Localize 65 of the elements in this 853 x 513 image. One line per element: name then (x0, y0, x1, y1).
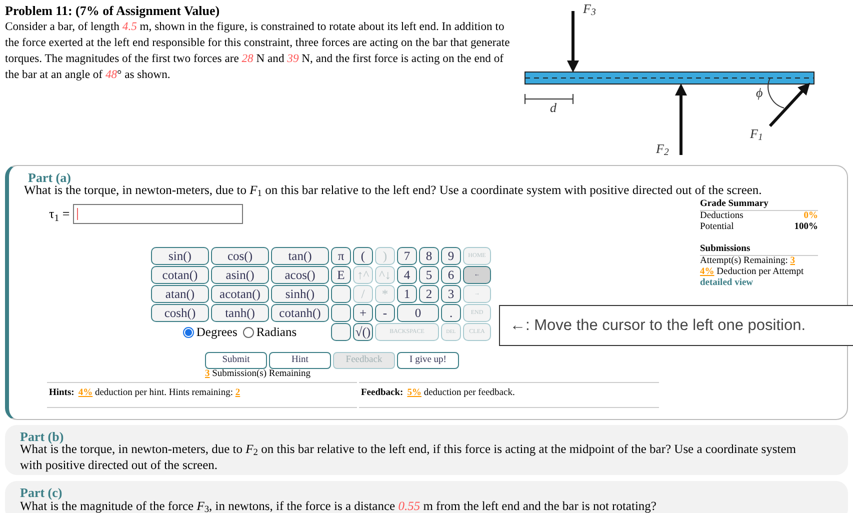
answer-label: τ$_{1}$ = (49, 205, 70, 224)
question-text: What is the magnitude of the force F$_{3}$, in newtons, if the force is a distance 0.55 m from the left end and the bar is not rotating? (20, 499, 656, 513)
keypad-key[interactable]: acos() (271, 266, 329, 284)
keypad-key[interactable]: 8 (419, 247, 439, 265)
section-heading: Grade Summary (700, 199, 818, 211)
figure-label: d (550, 101, 556, 114)
action-button[interactable]: I give up! (397, 352, 459, 369)
action-button[interactable]: Hint (269, 352, 331, 369)
angle-radio[interactable]: Degrees (183, 322, 238, 342)
summary-value: 0% (804, 211, 818, 222)
part-title: Part (a) (28, 169, 71, 185)
summary-label: Deductions (700, 211, 744, 222)
part-title: Part (c) (20, 484, 62, 501)
keypad-key[interactable]: - (375, 304, 395, 322)
keypad-key[interactable]: asin() (211, 266, 269, 284)
keypad-key[interactable]: cosh() (151, 304, 209, 322)
keypad-key[interactable]: π (331, 247, 351, 265)
summary-label: Potential (700, 222, 734, 233)
hints-info: Hints: 4% deduction per hint. Hints remaining: 2 (49, 387, 240, 400)
action-button[interactable]: Submit (205, 352, 267, 369)
keypad-key[interactable]: ( (353, 247, 373, 265)
keypad-key[interactable]: √() (353, 323, 373, 341)
answer-input[interactable] (72, 204, 243, 224)
keypad-key[interactable]: 7 (397, 247, 417, 265)
keypad-key[interactable]: cos() (211, 247, 269, 265)
keypad-key[interactable]: cotan() (151, 266, 209, 284)
keypad-key[interactable]: 6 (441, 266, 461, 284)
blank-key[interactable] (331, 323, 351, 341)
problem-text: Consider a bar, of length 4.5 m, shown in the figure, is constrained to rotate about its left end. In addition to the force exerted at the left end responsible for this constraint, three forces are acting on the bar that generate torques. The magnitudes of the first two forces are 28 N and 39 N, and the first force is acting on the end of the bar at an angle of 48° as shown. (5, 19, 511, 83)
problem-title: Problem 11: (7% of Assignment Value) (5, 3, 221, 19)
keypad-key[interactable]: 0 (397, 304, 439, 322)
part-title: Part (b) (20, 428, 64, 444)
keypad-key[interactable]: tan() (271, 247, 329, 265)
feedback-info: Feedback: 5% deduction per feedback. (361, 387, 515, 400)
blank-key[interactable] (331, 304, 351, 322)
keypad-key[interactable]: 3 (441, 285, 461, 303)
figure-label: F$_{2}$ (656, 142, 669, 155)
keypad-key[interactable]: . (441, 304, 461, 322)
keypad-key[interactable]: acotan() (211, 285, 269, 303)
keypad-key[interactable]: + (353, 304, 373, 322)
question-text: What is the torque, in newton-meters, due to F$_{1}$ on this bar relative to the left end? Use a coordinate system with positive directed out of the screen. (24, 183, 763, 200)
keypad-key[interactable]: E (331, 266, 351, 284)
keypad-key[interactable]: 4 (397, 266, 417, 284)
keypad-key[interactable]: 1 (397, 285, 417, 303)
section-heading: Submissions (700, 244, 818, 256)
keypad-key[interactable]: 9 (441, 247, 461, 265)
figure-label: F$_{1}$ (750, 127, 763, 140)
summary-value: 100% (794, 222, 818, 233)
figure-label: ϕ (756, 86, 763, 99)
question-text: What is the torque, in newton-meters, due to F$_{2}$ on this bar relative to the left end, if this force is acting at the midpoint of the bar? Use a coordinate system with positive directed out of the screen. (20, 442, 797, 473)
keypad-key[interactable]: tanh() (211, 304, 269, 322)
angle-radio[interactable]: Radians (243, 322, 297, 342)
keypad-key[interactable]: atan() (151, 285, 209, 303)
keypad-key[interactable]: sinh() (271, 285, 329, 303)
keypad-key[interactable]: 5 (419, 266, 439, 284)
keypad-key[interactable]: sin() (151, 247, 209, 265)
tooltip: ←: Move the cursor to the left one position. (499, 305, 853, 346)
keypad-key[interactable]: 2 (419, 285, 439, 303)
figure-label: F$_{3}$ (583, 2, 596, 15)
blank-key[interactable] (331, 285, 351, 303)
submission-info: Attempt(s) Remaining: 3 (700, 256, 796, 267)
submissions-remaining: 3 Submission(s) Remaining (205, 369, 311, 380)
submission-info: 4% Deduction per Attempt (700, 267, 805, 278)
keypad-key[interactable]: cotanh() (271, 304, 329, 322)
detailed-view-link[interactable]: detailed view (700, 278, 818, 289)
